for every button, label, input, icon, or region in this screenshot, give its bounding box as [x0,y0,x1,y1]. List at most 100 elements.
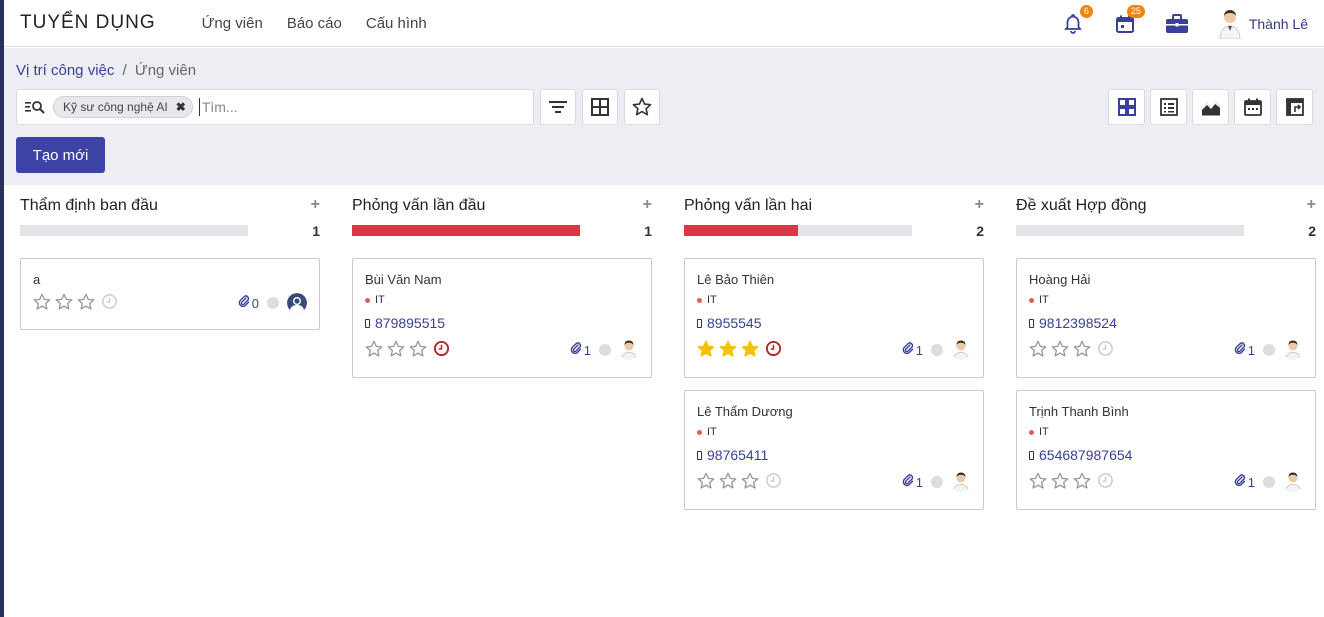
candidate-name: Bùi Văn Nam [365,272,442,287]
candidate-name: Lê Bảo Thiên [697,272,775,287]
kanban-state-dot[interactable] [1263,344,1275,356]
attachments-counter[interactable]: 1 [900,474,923,490]
groupby-button[interactable] [582,89,618,125]
candidate-tag: IT [365,294,385,306]
attachments-counter[interactable]: 1 [1232,342,1255,358]
view-pivot-button[interactable] [1276,89,1313,125]
attachments-counter[interactable]: 1 [1232,474,1255,490]
activity-clock-icon[interactable] [101,293,118,313]
column-quick-create-icon[interactable]: + [975,196,984,214]
column-quick-create-icon[interactable]: + [643,196,652,214]
priority-star-icon[interactable] [719,472,737,493]
app-brand[interactable]: TUYỂN DỤNG [20,12,156,34]
search-options-toggle[interactable] [17,100,53,114]
control-panel: Vị trí công việc / Ứng viên Kỹ sư công n… [4,48,1324,185]
view-list-button[interactable] [1150,89,1187,125]
column-progress-bar[interactable] [352,225,580,236]
view-calendar-button[interactable] [1234,89,1271,125]
priority-star-icon[interactable] [697,472,715,493]
column-title[interactable]: Phỏng vấn lần hai [684,197,812,215]
mobile-phone-icon [697,318,702,328]
kanban-card[interactable]: Lê Bảo Thiên IT 8955545 1 [684,258,984,378]
activity-clock-icon[interactable] [765,340,782,360]
search-input[interactable] [198,98,533,116]
view-kanban-button[interactable] [1108,89,1145,125]
priority-star-icon[interactable] [1073,340,1091,361]
breadcrumb-parent-link[interactable]: Vị trí công việc [16,62,114,79]
column-title[interactable]: Đề xuất Hợp đồng [1016,197,1147,215]
kanban-state-dot[interactable] [931,476,943,488]
priority-star-icon[interactable] [741,472,759,493]
kanban-state-dot[interactable] [267,297,279,309]
priority-star-icon[interactable] [409,340,427,361]
activity-clock-icon[interactable] [1097,472,1114,492]
attachments-counter[interactable]: 1 [568,342,591,358]
priority-star-icon[interactable] [697,340,715,361]
column-progress-bar[interactable] [20,225,248,236]
kanban-state-dot[interactable] [599,344,611,356]
view-graph-button[interactable] [1192,89,1229,125]
menu-item-reports[interactable]: Báo cáo [287,15,342,32]
menu-item-configuration[interactable]: Cấu hình [366,15,427,32]
priority-stars [365,340,431,361]
activity-clock-icon[interactable] [433,340,450,360]
filter-button[interactable] [540,89,576,125]
card-footer-right: 0 [236,293,307,313]
kanban-card[interactable]: Trịnh Thanh Bình IT 654687987654 1 [1016,390,1316,510]
top-navbar: TUYỂN DỤNG Ứng viên Báo cáo Cấu hình 6 2… [4,0,1324,47]
priority-star-icon[interactable] [33,293,51,314]
kanban-state-dot[interactable] [931,344,943,356]
notifications-button[interactable]: 6 [1061,4,1093,36]
bell-icon [1064,13,1082,34]
priority-star-icon[interactable] [387,340,405,361]
attachments-counter[interactable]: 0 [236,295,259,311]
priority-star-icon[interactable] [55,293,73,314]
priority-star-icon[interactable] [741,340,759,361]
attachments-count: 1 [915,474,923,490]
priority-star-icon[interactable] [1051,340,1069,361]
priority-star-icon[interactable] [77,293,95,314]
tag-label: IT [707,426,717,438]
candidate-phone: 9812398524 [1029,315,1117,331]
column-quick-create-icon[interactable]: + [1307,196,1316,214]
candidate-tag: IT [697,426,717,438]
card-footer-right: 1 [900,472,971,492]
priority-star-icon[interactable] [1051,472,1069,493]
assigned-user-avatar [287,293,307,313]
groupby-icon [591,98,609,116]
kanban-card[interactable]: Hoàng Hải IT 9812398524 1 [1016,258,1316,378]
phone-number: 879895515 [375,315,446,331]
mobile-phone-icon [697,450,702,460]
priority-star-icon[interactable] [1029,472,1047,493]
priority-star-icon[interactable] [719,340,737,361]
tag-color-dot [1029,429,1034,435]
assigned-user-avatar [951,340,971,360]
user-menu[interactable]: Thành Lê [1217,9,1308,39]
activity-clock-icon[interactable] [765,472,782,492]
kanban-card[interactable]: Bùi Văn Nam IT 879895515 1 [352,258,652,378]
create-button[interactable]: Tạo mới [16,137,105,173]
priority-star-icon[interactable] [365,340,383,361]
column-quick-create-icon[interactable]: + [311,196,320,214]
candidate-name: Lê Thẩm Dương [697,404,793,419]
kanban-card[interactable]: Lê Thẩm Dương IT 98765411 1 [684,390,984,510]
column-progress-bar[interactable] [1016,225,1244,236]
column-progress-bar[interactable] [684,225,912,236]
card-footer: 1 [365,339,639,361]
attachments-count: 1 [1247,342,1255,358]
priority-star-icon[interactable] [1073,472,1091,493]
remove-facet-icon[interactable]: ✖ [176,100,186,114]
column-title[interactable]: Phỏng vấn lần đầu [352,197,485,215]
kanban-card[interactable]: a 0 [20,258,320,330]
activities-button[interactable]: 25 [1113,4,1145,36]
menu-item-candidates[interactable]: Ứng viên [202,15,263,32]
mobile-phone-icon [1029,450,1034,460]
favorites-button[interactable] [624,89,660,125]
activity-clock-icon[interactable] [1097,340,1114,360]
apps-button[interactable] [1165,12,1189,36]
priority-star-icon[interactable] [1029,340,1047,361]
column-title[interactable]: Thẩm định ban đầu [20,197,158,215]
column-count: 2 [1308,223,1316,239]
attachments-counter[interactable]: 1 [900,342,923,358]
kanban-state-dot[interactable] [1263,476,1275,488]
